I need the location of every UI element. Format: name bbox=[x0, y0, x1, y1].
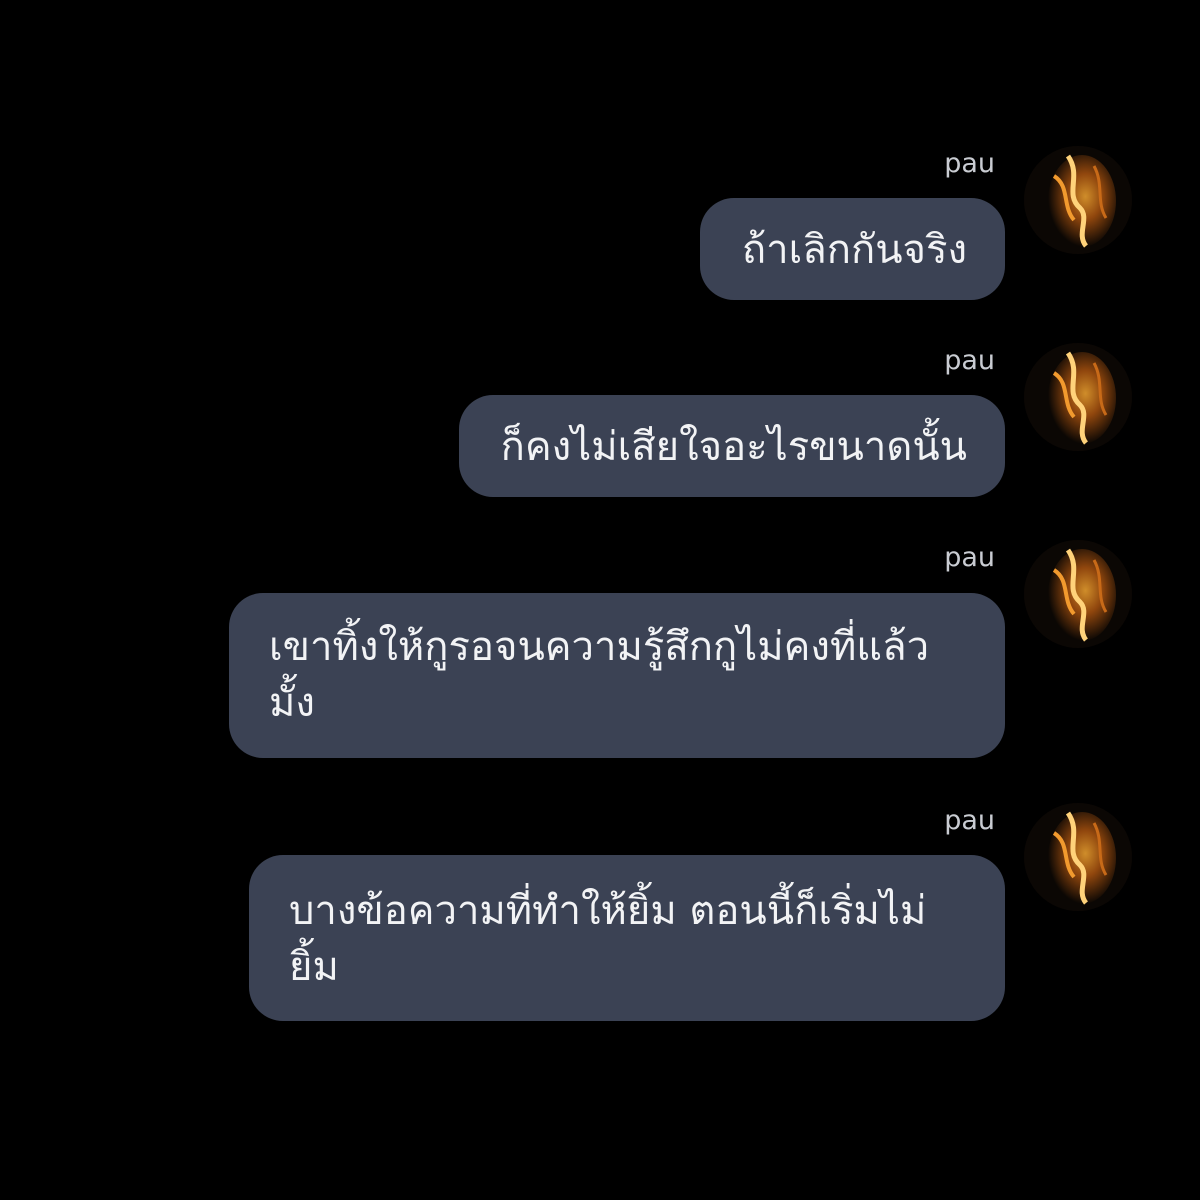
sender-name: pau bbox=[944, 542, 995, 573]
message-text: เขาทิ้งให้กูรอจนความรู้สึกกูไม่คงที่แล้ว… bbox=[269, 624, 930, 726]
user-avatar-icon[interactable] bbox=[1024, 540, 1132, 648]
flame-icon bbox=[1024, 343, 1132, 451]
user-avatar-icon[interactable] bbox=[1024, 343, 1132, 451]
flame-icon bbox=[1024, 540, 1132, 648]
sender-name: pau bbox=[944, 805, 995, 836]
message-bubble[interactable]: ก็คงไม่เสียใจอะไรขนาดนั้น bbox=[458, 395, 1005, 497]
message-text: ถ้าเลิกกันจริง bbox=[741, 227, 967, 273]
message-bubble[interactable]: เขาทิ้งให้กูรอจนความรู้สึกกูไม่คงที่แล้ว… bbox=[229, 593, 1005, 758]
user-avatar-icon[interactable] bbox=[1024, 146, 1132, 254]
message-bubble[interactable]: ถ้าเลิกกันจริง bbox=[699, 198, 1005, 300]
flame-icon bbox=[1024, 803, 1132, 911]
flame-icon bbox=[1024, 146, 1132, 254]
user-avatar-icon[interactable] bbox=[1024, 803, 1132, 911]
message-bubble[interactable]: บางข้อความที่ทำให้ยิ้ม ตอนนี้ก็เริ่มไม่ย… bbox=[249, 855, 1005, 1021]
message-text: บางข้อความที่ทำให้ยิ้ม ตอนนี้ก็เริ่มไม่ย… bbox=[289, 888, 927, 990]
sender-name: pau bbox=[944, 345, 995, 376]
message-text: ก็คงไม่เสียใจอะไรขนาดนั้น bbox=[500, 424, 967, 470]
sender-name: pau bbox=[944, 148, 995, 179]
chat-thread: pau ถ้าเลิกกันจริง pau ก็คงไม่เสียใจอะไร… bbox=[0, 0, 1200, 1200]
